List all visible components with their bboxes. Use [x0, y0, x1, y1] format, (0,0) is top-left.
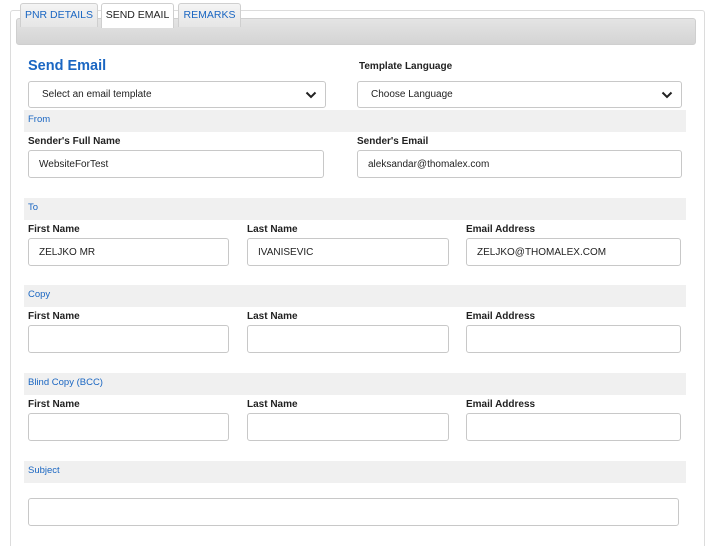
to-first-name-label: First Name: [28, 224, 80, 235]
tab-remarks[interactable]: REMARKS: [178, 3, 241, 27]
bcc-first-name-input[interactable]: [28, 413, 229, 441]
to-last-name-input[interactable]: [247, 238, 449, 266]
to-first-name-input[interactable]: [28, 238, 229, 266]
tab-send-email[interactable]: SEND EMAIL: [101, 3, 174, 28]
email-template-value: Select an email template: [42, 89, 152, 100]
section-to: To: [24, 198, 686, 220]
to-email-input[interactable]: [466, 238, 681, 266]
subject-input[interactable]: [28, 498, 679, 526]
template-language-label: Template Language: [359, 61, 453, 72]
section-bcc: Blind Copy (BCC): [24, 373, 686, 395]
to-last-name-label: Last Name: [247, 224, 298, 235]
sender-name-label: Sender's Full Name: [28, 136, 121, 147]
sender-email-label: Sender's Email: [357, 136, 429, 147]
section-subject: Subject: [24, 461, 686, 483]
bcc-last-name-label: Last Name: [247, 399, 298, 410]
template-language-select[interactable]: Choose Language: [357, 81, 682, 108]
copy-first-name-input[interactable]: [28, 325, 229, 353]
bcc-last-name-input[interactable]: [247, 413, 449, 441]
section-copy: Copy: [24, 285, 686, 307]
page-title: Send Email: [28, 58, 107, 74]
copy-first-name-label: First Name: [28, 311, 80, 322]
copy-last-name-input[interactable]: [247, 325, 449, 353]
sender-email-input[interactable]: [357, 150, 682, 178]
template-language-value: Choose Language: [371, 89, 453, 100]
bcc-email-input[interactable]: [466, 413, 681, 441]
tab-pnr-details[interactable]: PNR DETAILS: [20, 3, 98, 27]
copy-email-input[interactable]: [466, 325, 681, 353]
email-template-select[interactable]: Select an email template: [28, 81, 326, 108]
chevron-down-icon: [661, 91, 673, 99]
bcc-first-name-label: First Name: [28, 399, 80, 410]
bcc-email-label: Email Address: [466, 399, 536, 410]
sender-name-input[interactable]: [28, 150, 324, 178]
copy-email-label: Email Address: [466, 311, 536, 322]
chevron-down-icon: [305, 91, 317, 99]
copy-last-name-label: Last Name: [247, 311, 298, 322]
section-from: From: [24, 110, 686, 132]
to-email-label: Email Address: [466, 224, 536, 235]
